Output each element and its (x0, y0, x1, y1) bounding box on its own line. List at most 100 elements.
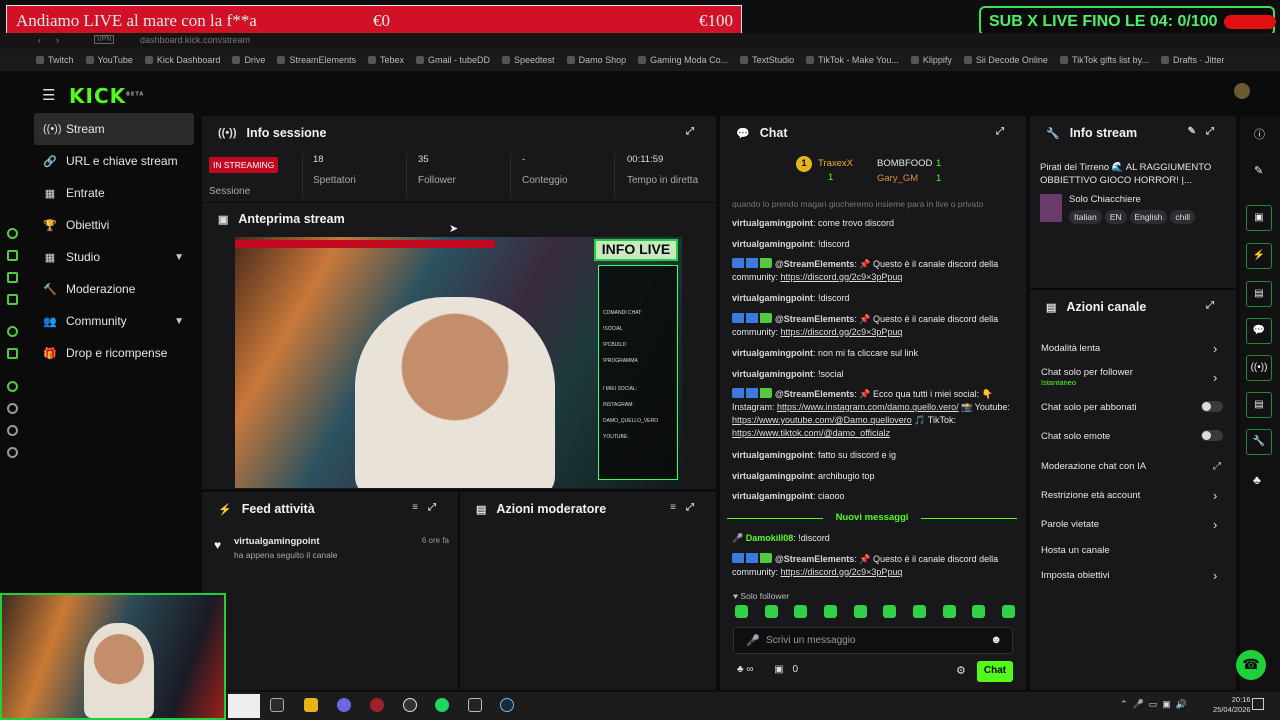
emote-only-toggle[interactable] (1201, 430, 1223, 441)
sidebar-item-url-key[interactable]: 🔗 URL e chiave stream (34, 145, 194, 177)
sidebar-item-community[interactable]: 👥 Community ▼ (34, 305, 194, 337)
task-view-icon[interactable] (270, 698, 284, 712)
action-set-goals[interactable]: Imposta obiettivi › (1041, 568, 1217, 583)
sidebar-item-obiettivi[interactable]: 🏆 Obiettivi (34, 209, 194, 241)
emote-icon[interactable] (794, 605, 808, 618)
broadcast-icon[interactable]: ((•)) (1246, 355, 1272, 381)
action-sub-only[interactable]: Chat solo per abbonati (1041, 401, 1223, 413)
wrench-icon[interactable]: 🔧 (1246, 429, 1272, 455)
spotify-icon[interactable] (435, 698, 449, 712)
channel-icon[interactable]: ▤ (1246, 392, 1272, 418)
avatar[interactable] (1234, 83, 1250, 99)
emote-icon[interactable] (972, 605, 986, 618)
app-icon[interactable] (7, 228, 18, 239)
explorer-icon[interactable] (304, 698, 318, 712)
start-button[interactable] (228, 694, 260, 718)
sidebar-item-entrate[interactable]: ▦ Entrate (34, 177, 194, 209)
bookmark-item[interactable]: Kick Dashboard (145, 55, 221, 65)
filter-icon[interactable]: ≡⤢ (670, 502, 704, 513)
clock-icon[interactable] (7, 403, 18, 414)
chat-link[interactable]: https://discord.gg/2c9×3pPpuq (781, 272, 903, 282)
stream-preview-video[interactable]: INFO LIVE COMANDI CHAT: !SOCIAL !PCBUILD… (235, 237, 682, 488)
menu-icon[interactable]: ☰ (42, 86, 55, 104)
app-icon[interactable] (7, 272, 18, 283)
category-thumbnail[interactable] (1040, 194, 1062, 222)
emote-icon[interactable] (764, 605, 778, 618)
bookmark-item[interactable]: TikTok - Make You... (806, 55, 899, 65)
bookmark-item[interactable]: TikTok gifts list by... (1060, 55, 1149, 65)
puzzle-icon[interactable]: ♣ (1253, 473, 1261, 487)
app-icon[interactable] (7, 425, 18, 436)
bookmark-item[interactable]: YouTube (86, 55, 133, 65)
chat-user[interactable]: virtualgamingpoint (732, 450, 813, 460)
chat-link[interactable]: https://discord.gg/2c9×3pPpuq (781, 567, 903, 577)
chat-user[interactable]: virtualgamingpoint (732, 239, 813, 249)
back-icon[interactable]: ‹ (38, 35, 41, 45)
app-icon[interactable] (7, 348, 18, 359)
emote-icon[interactable] (942, 605, 956, 618)
chat-icon[interactable]: 💬 (1246, 318, 1272, 344)
sidebar-item-drop[interactable]: 🎁 Drop e ricompense (34, 337, 194, 369)
chat-user[interactable]: @StreamElements (775, 554, 854, 564)
bookmark-item[interactable]: Klippify (911, 55, 952, 65)
bookmark-item[interactable]: Gaming Moda Co... (638, 55, 728, 65)
chat-user[interactable]: virtualgamingpoint (732, 491, 813, 501)
action-host-channel[interactable]: Hosta un canale (1041, 545, 1110, 556)
browser-address-bar[interactable]: ‹ › VPN dashboard.kick.com/stream (0, 33, 1280, 49)
bolt-icon[interactable]: ⚡ (1246, 243, 1272, 269)
app-icon[interactable] (468, 698, 482, 712)
bookmark-item[interactable]: Gmail - tubeDD (416, 55, 490, 65)
app-icon[interactable] (370, 698, 384, 712)
app-icon[interactable] (7, 250, 18, 261)
edit-icon[interactable]: ✎⤢ (1188, 126, 1224, 137)
document-icon[interactable]: ▤ (1246, 281, 1272, 307)
support-icon[interactable]: ☎ (1236, 650, 1266, 680)
url-text[interactable]: dashboard.kick.com/stream (140, 35, 250, 45)
app-icon[interactable] (337, 698, 351, 712)
obs-icon[interactable] (403, 698, 417, 712)
action-emote-only[interactable]: Chat solo emote (1041, 430, 1223, 442)
edit-icon[interactable]: ✎ (1254, 164, 1263, 177)
action-age-restriction[interactable]: Restrizione età account › (1041, 488, 1217, 503)
chat-user[interactable]: virtualgamingpoint (732, 293, 813, 303)
tray-icons[interactable]: ⌃🎤▭▣🔊 (1120, 699, 1192, 710)
action-banned-words[interactable]: Parole vietate › (1041, 517, 1217, 532)
clock[interactable]: 20:16 25/04/2026 (1213, 695, 1251, 715)
chat-link[interactable]: https://www.youtube.com/@Damo.quellovero (732, 415, 912, 425)
app-icon[interactable] (7, 381, 18, 392)
emote-icon[interactable] (1001, 605, 1015, 618)
points-icon[interactable]: ♣ (737, 664, 744, 675)
filter-icon[interactable]: ≡⤢ (412, 502, 446, 513)
chat-link[interactable]: https://www.tiktok.com/@damo_officialz (732, 428, 890, 438)
camera-icon[interactable]: ▣ (1246, 205, 1272, 231)
emote-icon[interactable] (883, 605, 897, 618)
chat-user[interactable]: virtualgamingpoint (732, 348, 813, 358)
info-icon[interactable]: ⓘ (1254, 126, 1265, 142)
sidebar-item-studio[interactable]: ▦ Studio ▼ (34, 241, 194, 273)
kick-logo[interactable]: KICKBETA (69, 84, 144, 108)
vpn-badge[interactable]: VPN (94, 35, 115, 44)
expand-icon[interactable]: ⤢ (686, 126, 704, 137)
bookmark-item[interactable]: Damo Shop (567, 55, 627, 65)
action-follower-only[interactable]: Chat solo per follower › Istantaneo (1041, 367, 1217, 387)
chat-input[interactable]: 🎤 Scrivi un messaggio ☻ (733, 627, 1013, 654)
bookmark-item[interactable]: Twitch (36, 55, 74, 65)
emote-icon[interactable] (823, 605, 837, 618)
chat-user[interactable]: virtualgamingpoint (732, 471, 813, 481)
emote-icon[interactable] (912, 605, 926, 618)
bookmark-item[interactable]: TextStudio (740, 55, 794, 65)
app-icon[interactable] (7, 326, 18, 337)
bookmark-item[interactable]: Drafts · Jitter (1161, 55, 1225, 65)
action-ai-moderation[interactable]: Moderazione chat con IA ⤢ (1041, 461, 1221, 472)
gear-icon[interactable]: ⚙ (956, 664, 966, 677)
chat-user[interactable]: virtualgamingpoint (732, 369, 813, 379)
emote-icon[interactable] (735, 605, 748, 618)
feed-user[interactable]: virtualgamingpoint (234, 536, 320, 547)
gift-icon[interactable]: ▣ (774, 664, 783, 675)
sidebar-item-moderazione[interactable]: 🔨 Moderazione (34, 273, 194, 305)
chat-user[interactable]: @StreamElements (775, 389, 854, 399)
notifications-icon[interactable] (1252, 698, 1264, 710)
send-chat-button[interactable]: Chat (977, 661, 1013, 682)
sub-only-toggle[interactable] (1201, 401, 1223, 412)
chat-user[interactable]: @StreamElements (775, 259, 854, 269)
